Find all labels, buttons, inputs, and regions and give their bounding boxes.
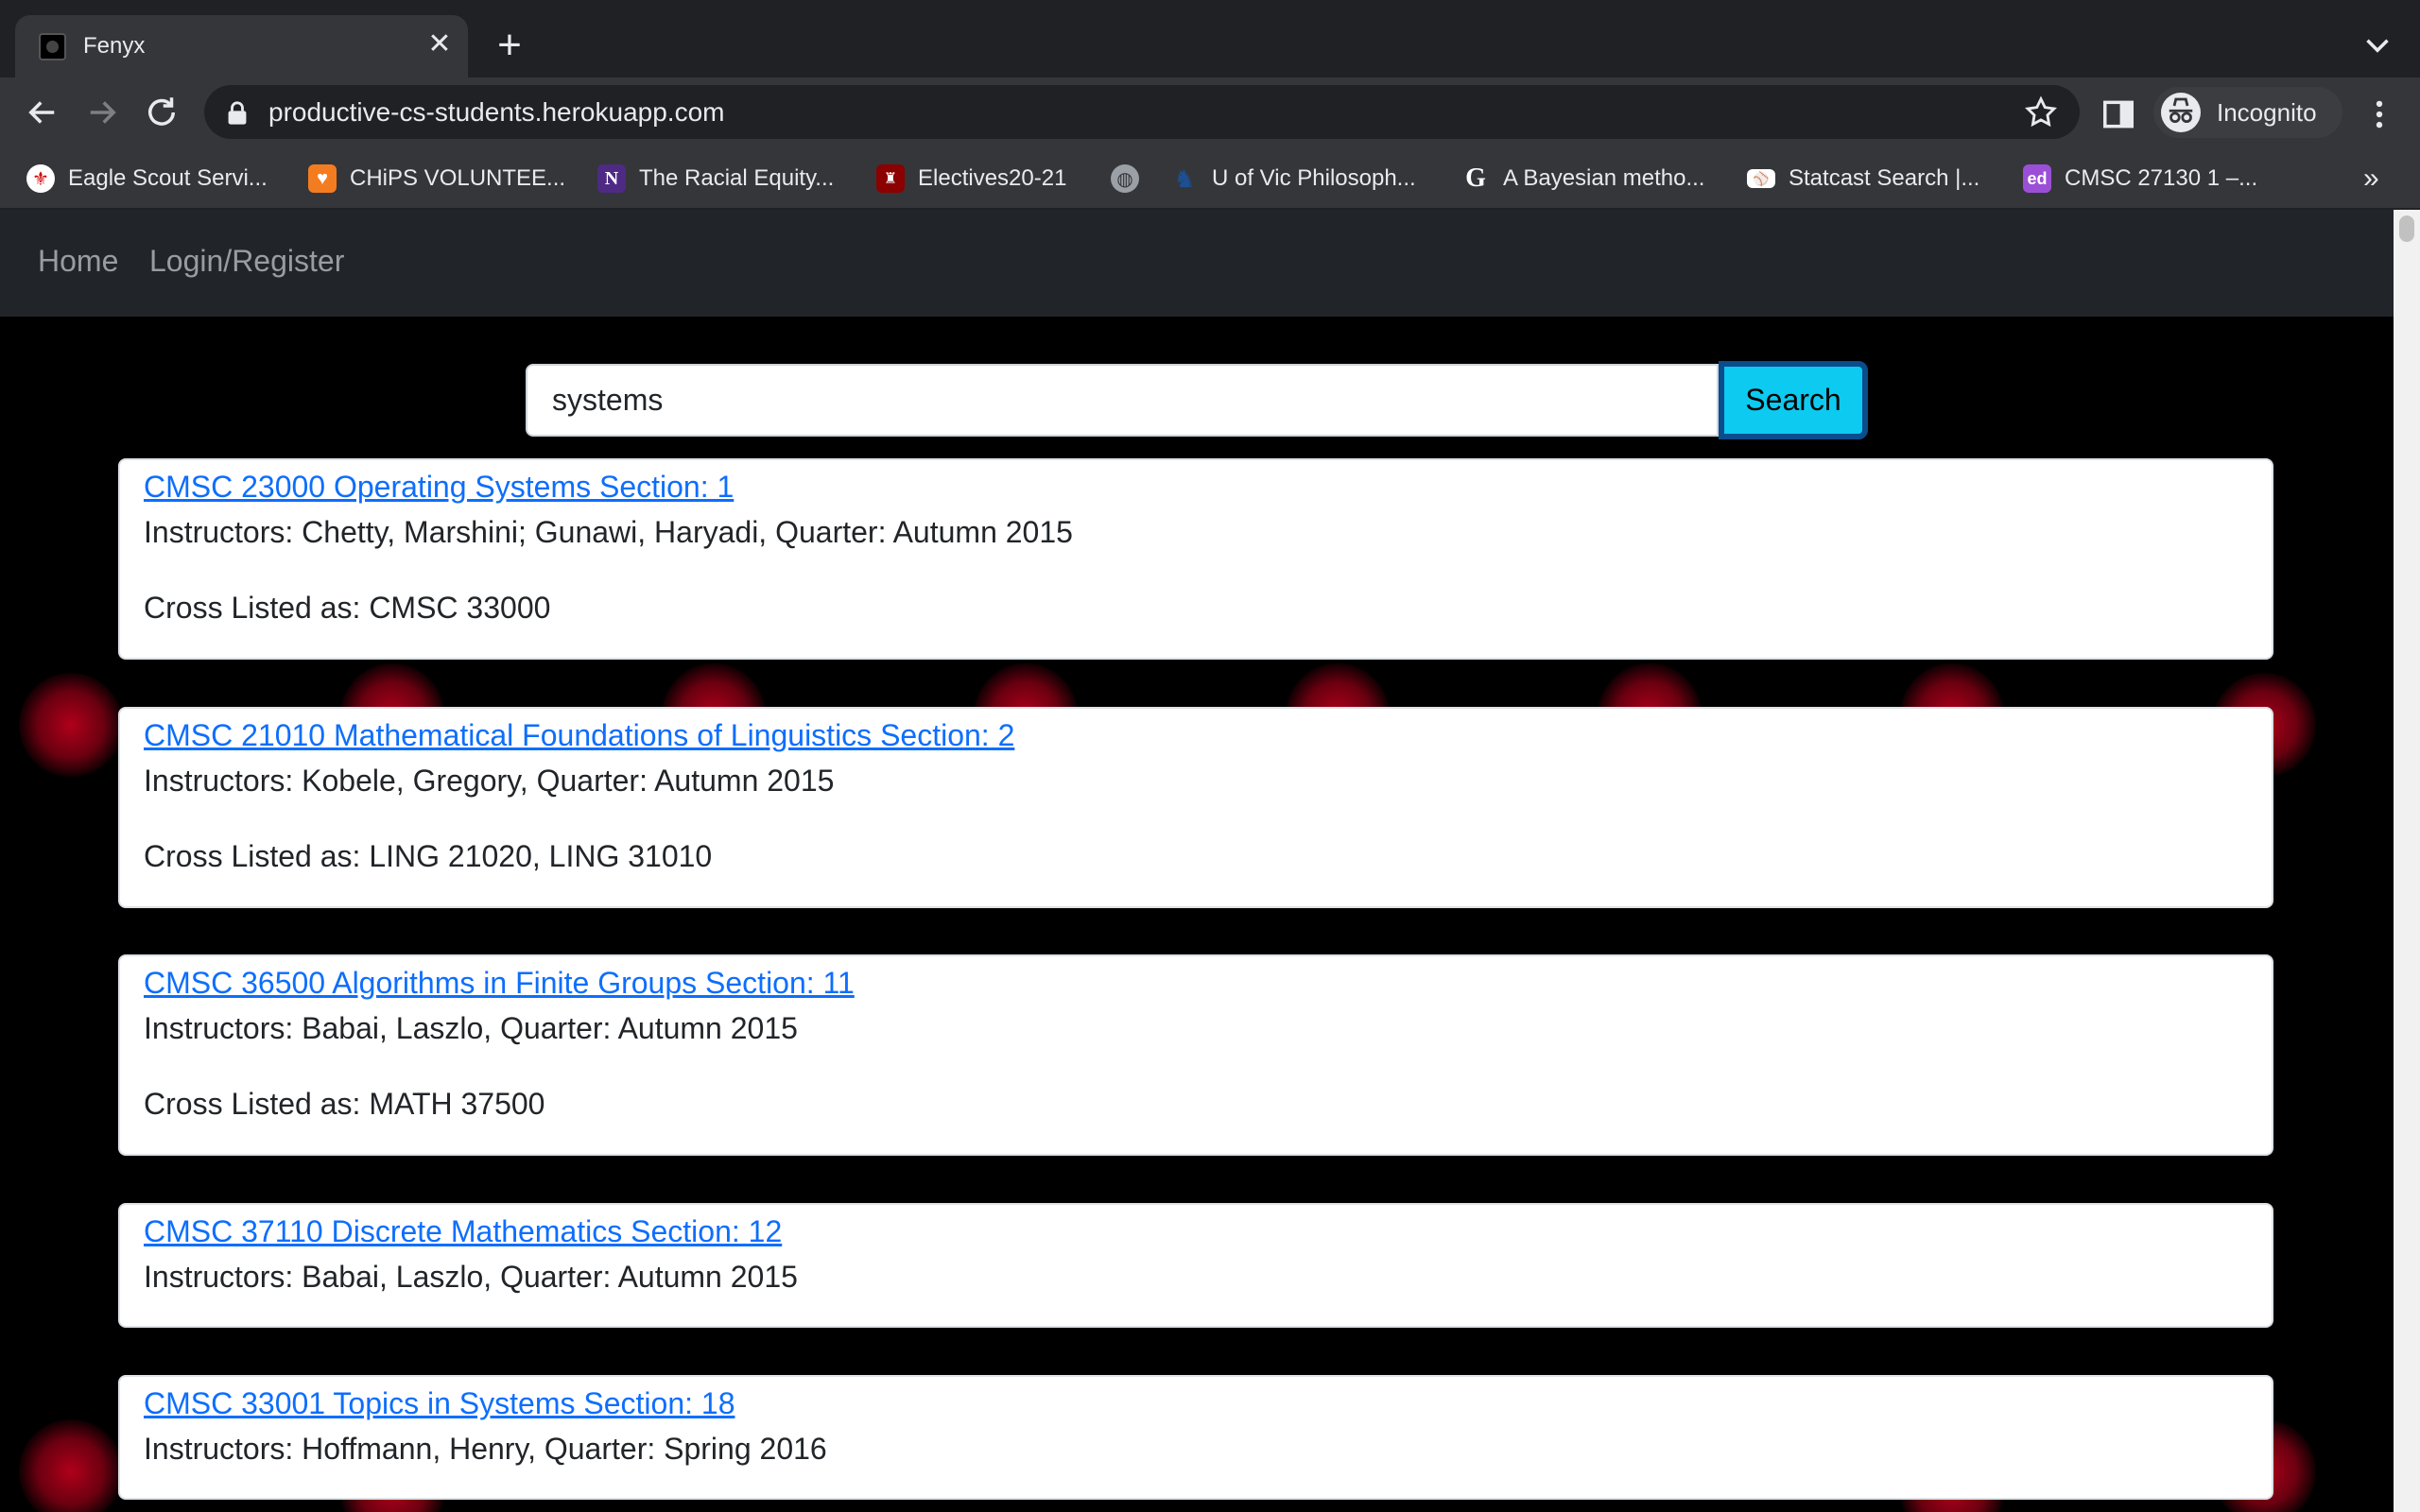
course-cross-listed: Cross Listed as: LING 21020, LING 31010 bbox=[144, 839, 713, 873]
bookmark-item[interactable]: ⚾ Statcast Search |... bbox=[1747, 163, 1979, 195]
tab-search-chevron-icon[interactable] bbox=[2358, 26, 2397, 65]
close-tab-icon[interactable]: ✕ bbox=[424, 28, 456, 60]
url-text: productive-cs-students.herokuapp.com bbox=[268, 97, 725, 127]
bookmark-item[interactable]: G A Bayesian metho... bbox=[1461, 163, 1704, 195]
lock-icon bbox=[228, 101, 247, 125]
bookmark-label: U of Vic Philosoph... bbox=[1212, 165, 1416, 191]
fenyx-favicon-icon bbox=[39, 33, 66, 60]
background-glow bbox=[19, 1419, 123, 1512]
profile-label: Incognito bbox=[2217, 98, 2317, 127]
bookmark-item[interactable]: ♥ CHiPS VOLUNTEE... bbox=[308, 163, 565, 195]
course-title-link[interactable]: CMSC 23000 Operating Systems Section: 1 bbox=[144, 470, 734, 505]
bookmark-label: Eagle Scout Servi... bbox=[68, 165, 268, 191]
course-cross-listed: Cross Listed as: MATH 37500 bbox=[144, 1087, 545, 1121]
course-instructors: Instructors: Babai, Laszlo, Quarter: Aut… bbox=[144, 1260, 798, 1294]
page-viewport: Home Login/Register Search CMSC 23000 Op… bbox=[0, 210, 2394, 1512]
uvic-icon: ♞ bbox=[1173, 163, 1196, 193]
bookmark-label: CMSC 27130 1 –... bbox=[2065, 165, 2258, 191]
course-result-card: CMSC 21010 Mathematical Foundations of L… bbox=[118, 707, 2273, 908]
course-result-card: CMSC 23000 Operating Systems Section: 1 … bbox=[118, 458, 2273, 660]
site-navbar: Home Login/Register bbox=[0, 210, 2394, 317]
incognito-profile-button[interactable]: Incognito bbox=[2153, 87, 2342, 138]
crest-icon: ♜ bbox=[876, 164, 905, 193]
bookmark-item[interactable]: ed CMSC 27130 1 –... bbox=[2023, 163, 2257, 195]
scrollbar-thumb[interactable] bbox=[2399, 215, 2414, 242]
browser-tab[interactable]: Fenyx ✕ bbox=[15, 15, 468, 77]
nav-login-register-link[interactable]: Login/Register bbox=[149, 244, 344, 279]
search-button[interactable]: Search bbox=[1719, 361, 1868, 439]
back-arrow-icon[interactable] bbox=[23, 93, 62, 132]
forward-arrow-icon[interactable] bbox=[82, 93, 122, 132]
g-icon: G bbox=[1465, 163, 1486, 193]
more-bookmarks-icon[interactable]: » bbox=[2363, 163, 2379, 195]
ed-icon: ed bbox=[2023, 164, 2051, 193]
tab-title: Fenyx bbox=[83, 33, 146, 59]
incognito-icon bbox=[2161, 93, 2201, 132]
course-cross-listed: Cross Listed as: CMSC 33000 bbox=[144, 591, 551, 625]
scout-icon: ⚜ bbox=[26, 164, 55, 193]
page-scrollbar[interactable] bbox=[2394, 210, 2420, 1512]
course-instructors: Instructors: Hoffmann, Henry, Quarter: S… bbox=[144, 1432, 827, 1466]
course-title-link[interactable]: CMSC 37110 Discrete Mathematics Section:… bbox=[144, 1214, 782, 1249]
bookmark-item[interactable]: N The Racial Equity... bbox=[597, 163, 834, 195]
course-title-link[interactable]: CMSC 33001 Topics in Systems Section: 18 bbox=[144, 1386, 735, 1421]
bookmark-label: Statcast Search |... bbox=[1789, 165, 1980, 191]
bookmark-label: CHiPS VOLUNTEE... bbox=[350, 165, 566, 191]
course-instructors: Instructors: Kobele, Gregory, Quarter: A… bbox=[144, 764, 835, 798]
course-title-link[interactable]: CMSC 21010 Mathematical Foundations of L… bbox=[144, 718, 1014, 753]
bookmark-item[interactable]: ◍ bbox=[1111, 163, 1139, 195]
bookmark-label: A Bayesian metho... bbox=[1503, 165, 1705, 191]
bookmark-item[interactable]: ♜ Electives20-21 bbox=[876, 163, 1066, 195]
course-instructors: Instructors: Chetty, Marshini; Gunawi, H… bbox=[144, 515, 1073, 549]
new-tab-icon[interactable]: + bbox=[490, 25, 529, 66]
search-input[interactable] bbox=[526, 364, 1719, 437]
browser-toolbar: productive-cs-students.herokuapp.com Inc… bbox=[0, 77, 2420, 147]
course-result-card: CMSC 33001 Topics in Systems Section: 18… bbox=[118, 1375, 2273, 1500]
bookmark-star-icon[interactable] bbox=[2023, 94, 2059, 130]
bookmark-item[interactable]: ⚜ Eagle Scout Servi... bbox=[26, 163, 268, 195]
course-result-card: CMSC 36500 Algorithms in Finite Groups S… bbox=[118, 954, 2273, 1156]
course-result-card: CMSC 37110 Discrete Mathematics Section:… bbox=[118, 1203, 2273, 1328]
globe-icon: ◍ bbox=[1111, 164, 1139, 193]
bookmarks-bar: ⚜ Eagle Scout Servi... ♥ CHiPS VOLUNTEE.… bbox=[0, 147, 2420, 210]
browser-menu-icon[interactable] bbox=[2361, 96, 2397, 132]
side-panel-icon[interactable] bbox=[2100, 96, 2136, 132]
bookmark-item[interactable]: ♞ U of Vic Philosoph... bbox=[1170, 163, 1416, 195]
bookmark-label: Electives20-21 bbox=[918, 165, 1067, 191]
course-title-link[interactable]: CMSC 36500 Algorithms in Finite Groups S… bbox=[144, 966, 855, 1001]
tab-strip: Fenyx ✕ + bbox=[0, 0, 2420, 77]
address-bar[interactable]: productive-cs-students.herokuapp.com bbox=[204, 85, 2080, 139]
mlb-icon: ⚾ bbox=[1747, 169, 1775, 188]
reload-icon[interactable] bbox=[142, 93, 182, 132]
background-glow bbox=[19, 673, 123, 777]
northwestern-icon: N bbox=[597, 164, 626, 193]
heart-icon: ♥ bbox=[308, 164, 337, 193]
course-instructors: Instructors: Babai, Laszlo, Quarter: Aut… bbox=[144, 1011, 798, 1045]
nav-home-link[interactable]: Home bbox=[38, 244, 118, 279]
bookmark-label: The Racial Equity... bbox=[639, 165, 835, 191]
